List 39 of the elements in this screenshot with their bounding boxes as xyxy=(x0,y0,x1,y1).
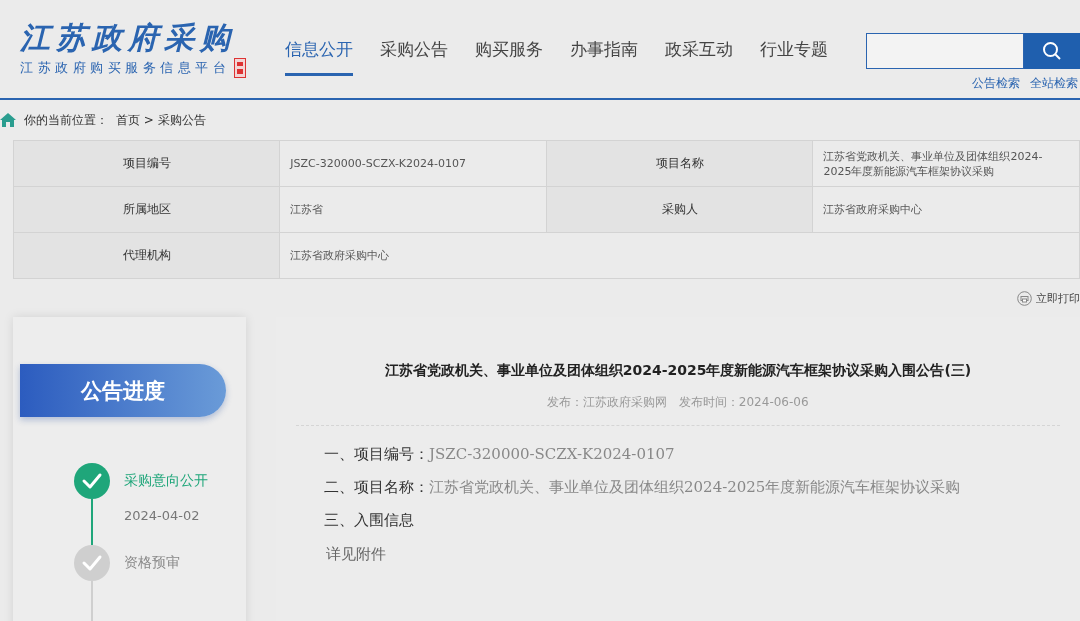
nav-tab[interactable]: 采购公告 xyxy=(380,38,448,76)
step-name: 资格预审 xyxy=(124,554,180,572)
article-meta: 发布：江苏政府采购网 发布时间：2024-06-06 xyxy=(546,394,810,411)
nav-tab[interactable]: 政采互动 xyxy=(665,38,733,76)
breadcrumb-label: 你的当前位置： xyxy=(24,111,108,129)
search-field[interactable] xyxy=(866,33,1024,69)
article-title: 江苏省党政机关、事业单位及团体组织2024-2025年度新能源汽车框架协议采购入围公告(三) xyxy=(383,362,973,380)
print-link[interactable]: 立即打印 xyxy=(1017,290,1080,306)
step-name: 采购意向公开 xyxy=(124,472,208,490)
field-label: 所属地区 xyxy=(13,186,280,233)
nav-tab[interactable]: 购买服务 xyxy=(475,38,543,76)
field-value: JSZC-320000-SCZX-K2024-0107 xyxy=(279,140,547,187)
field-label: 代理机构 xyxy=(13,232,280,279)
article-paragraph: 三、入围信息 xyxy=(323,510,415,531)
logo-subtitle: 江苏政府购买服务信息平台 xyxy=(20,59,230,77)
nav-tab[interactable]: 行业专题 xyxy=(760,38,828,76)
nav-tab[interactable]: 办事指南 xyxy=(570,38,638,76)
home-icon xyxy=(0,113,16,127)
field-value: 江苏省 xyxy=(279,186,547,233)
search-link[interactable]: 公告检索 xyxy=(972,75,1020,92)
logo-calligraphy: 江苏政府采购 xyxy=(20,20,236,56)
printer-icon xyxy=(1017,290,1032,306)
field-value: 江苏省党政机关、事业单位及团体组织2024-2025年度新能源汽车框架协议采购 xyxy=(812,140,1080,187)
search-icon xyxy=(1042,41,1062,61)
breadcrumb-path[interactable]: 首页 > 采购公告 xyxy=(116,111,206,129)
article-note: 详见附件 xyxy=(326,545,387,564)
seal-icon xyxy=(234,58,246,78)
progress-heading: 公告进度 xyxy=(20,364,226,417)
step-date: 2024-04-02 xyxy=(124,508,201,523)
article-paragraph: 二、项目名称：江苏省党政机关、事业单位及团体组织2024-2025年度新能源汽车框架协议采购 xyxy=(323,477,962,498)
search-link[interactable]: 全站检索 xyxy=(1030,75,1078,92)
field-label: 采购人 xyxy=(546,186,813,233)
field-value: 江苏省政府采购中心 xyxy=(279,232,1080,279)
field-label: 项目编号 xyxy=(13,140,280,187)
field-value: 江苏省政府采购中心 xyxy=(812,186,1080,233)
search-button[interactable] xyxy=(1024,33,1080,69)
article-paragraph: 一、项目编号：JSZC-320000-SCZX-K2024-0107 xyxy=(323,444,676,465)
field-label: 项目名称 xyxy=(546,140,813,187)
nav-tab[interactable]: 信息公开 xyxy=(285,38,353,76)
